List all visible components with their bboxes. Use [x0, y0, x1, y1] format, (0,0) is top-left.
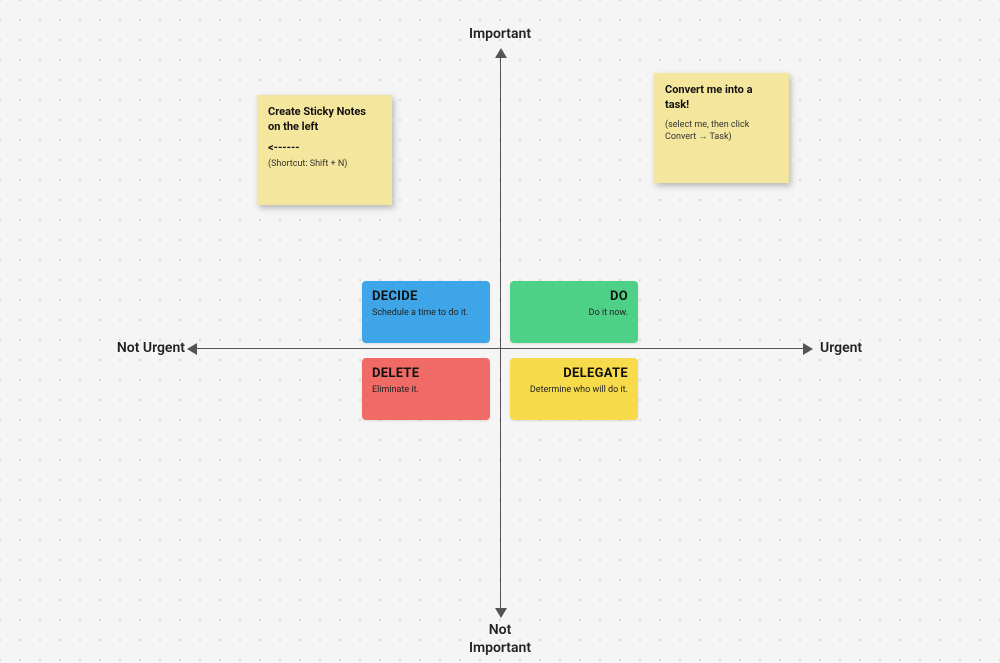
arrow-left-icon	[187, 343, 197, 355]
quadrant-do[interactable]: DO Do it now.	[510, 281, 638, 343]
quadrant-do-title: DO	[520, 289, 628, 304]
quadrant-delegate-title: DELEGATE	[520, 366, 628, 381]
sticky-convert-headline: Convert me into a task!	[665, 83, 778, 113]
quadrant-decide-title: DECIDE	[372, 289, 480, 304]
arrow-up-icon	[495, 48, 507, 58]
quadrant-decide[interactable]: DECIDE Schedule a time to do it.	[362, 281, 490, 343]
axis-vertical	[500, 55, 501, 611]
axis-horizontal	[195, 348, 805, 349]
sticky-create-arrow: <------	[268, 141, 381, 154]
quadrant-delete-title: DELETE	[372, 366, 480, 381]
sticky-note-convert[interactable]: Convert me into a task! (select me, then…	[654, 73, 789, 183]
axis-label-not-important: Not Important	[440, 622, 560, 657]
axis-label-not-urgent: Not Urgent	[95, 340, 185, 356]
arrow-right-icon	[803, 343, 813, 355]
quadrant-delegate-desc: Determine who will do it.	[520, 385, 628, 397]
quadrant-delete[interactable]: DELETE Eliminate it.	[362, 358, 490, 420]
arrow-down-icon	[495, 608, 507, 618]
sticky-create-headline: Create Sticky Notes on the left	[268, 105, 381, 135]
quadrant-delete-desc: Eliminate it.	[372, 385, 480, 397]
sticky-create-hint: (Shortcut: Shift + N)	[268, 158, 381, 170]
sticky-note-create[interactable]: Create Sticky Notes on the left <------ …	[257, 95, 392, 205]
quadrant-decide-desc: Schedule a time to do it.	[372, 308, 480, 320]
axis-label-important: Important	[450, 26, 550, 42]
sticky-convert-hint: (select me, then click Convert → Task)	[665, 119, 778, 143]
quadrant-do-desc: Do it now.	[520, 308, 628, 320]
quadrant-delegate[interactable]: DELEGATE Determine who will do it.	[510, 358, 638, 420]
axis-label-urgent: Urgent	[820, 340, 900, 356]
